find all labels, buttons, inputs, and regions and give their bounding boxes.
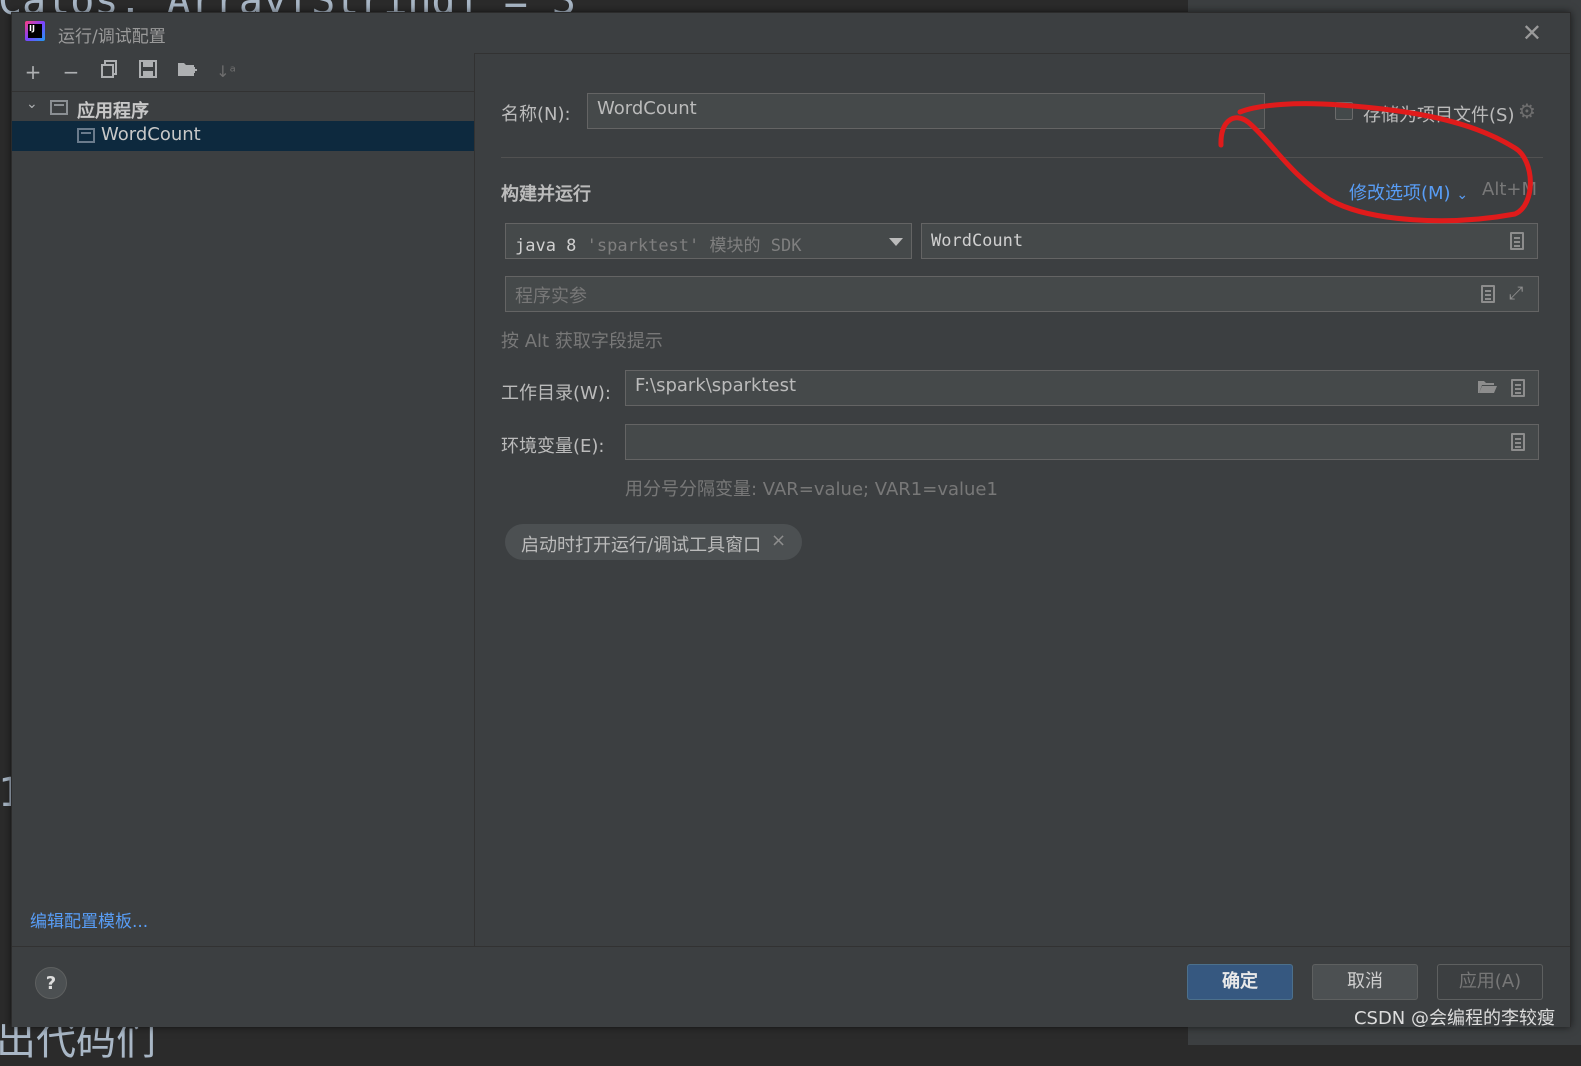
apply-button[interactable]: 应用(A): [1437, 964, 1543, 1000]
env-hint: 用分号分隔变量: VAR=value; VAR1=value1: [625, 479, 998, 500]
macro-icon[interactable]: [1511, 379, 1525, 397]
tree-item-label: WordCount: [101, 124, 201, 145]
workdir-field[interactable]: F:\spark\sparktest: [625, 370, 1539, 406]
tree-group-label: 应用程序: [77, 101, 149, 122]
expand-icon[interactable]: ⤢: [1509, 283, 1523, 304]
main-class-value: WordCount: [931, 231, 1024, 251]
env-field[interactable]: [625, 424, 1539, 460]
store-as-project-file-checkbox[interactable]: [1335, 102, 1353, 120]
edit-templates-link[interactable]: 编辑配置模板...: [30, 907, 148, 932]
close-icon[interactable]: ✕: [1522, 19, 1542, 47]
store-as-project-file-label: 存储为项目文件(S): [1363, 105, 1515, 126]
sort-icon[interactable]: ↓ᵃ: [213, 59, 239, 85]
name-value: WordCount: [597, 98, 697, 119]
workdir-label: 工作目录(W):: [501, 383, 611, 404]
program-args-placeholder: 程序实参: [515, 286, 587, 307]
sdk-java: java 8: [515, 236, 577, 256]
workdir-value: F:\spark\sparktest: [635, 375, 797, 396]
program-args-field[interactable]: 程序实参 ⤢: [505, 276, 1539, 312]
macro-icon[interactable]: [1481, 285, 1495, 303]
sdk-module: 'sparktest': [586, 236, 700, 256]
config-tree-pane: + − ↓ᵃ ⌄ 应用程序 WordCount 编辑配置模板...: [12, 53, 475, 946]
chip-label: 启动时打开运行/调试工具窗口: [521, 535, 762, 556]
config-form: 名称(N): WordCount 存储为项目文件(S) ⚙ 构建并运行 修改选项…: [475, 53, 1570, 946]
open-tool-window-chip[interactable]: 启动时打开运行/调试工具窗口 ×: [505, 524, 802, 560]
browse-class-icon[interactable]: [1510, 232, 1524, 250]
dialog-title: 运行/调试配置: [58, 27, 166, 47]
application-icon: [50, 100, 68, 115]
tree-item-wordcount[interactable]: WordCount: [12, 121, 474, 151]
modify-options-link[interactable]: 修改选项(M) ⌄: [1349, 179, 1468, 205]
remove-config-icon[interactable]: −: [58, 59, 84, 85]
dialog-footer: ? 确定 取消 应用(A): [12, 946, 1570, 1027]
copy-config-icon[interactable]: [96, 59, 122, 85]
sdk-suffix: 模块的 SDK: [709, 236, 802, 256]
dropdown-arrow-icon: [889, 238, 903, 246]
env-label: 环境变量(E):: [501, 436, 605, 457]
application-config-icon: [77, 128, 95, 143]
sdk-select[interactable]: java 8 'sparktest' 模块的 SDK: [505, 223, 912, 259]
ok-button[interactable]: 确定: [1187, 964, 1293, 1000]
chevron-down-icon[interactable]: ⌄: [26, 96, 38, 112]
csdn-watermark: CSDN @会编程的李较瘦: [1353, 1008, 1555, 1029]
cancel-button[interactable]: 取消: [1312, 964, 1418, 1000]
save-config-icon[interactable]: [135, 59, 161, 85]
section-title-build-run: 构建并运行: [501, 184, 591, 205]
chip-close-icon[interactable]: ×: [771, 530, 786, 551]
edit-env-icon[interactable]: [1511, 433, 1525, 451]
folder-open-icon[interactable]: [1476, 376, 1498, 401]
name-field[interactable]: WordCount: [587, 93, 1265, 129]
config-toolbar: + − ↓ᵃ: [12, 53, 474, 92]
separator: [501, 157, 1543, 158]
main-class-field[interactable]: WordCount: [921, 223, 1538, 259]
help-button[interactable]: ?: [35, 967, 67, 999]
name-label: 名称(N):: [501, 104, 571, 125]
new-folder-icon[interactable]: [174, 59, 200, 85]
dialog-titlebar: IJ 运行/调试配置 ✕: [12, 13, 1570, 54]
run-debug-config-dialog: IJ 运行/调试配置 ✕ + − ↓ᵃ ⌄ 应用程序 WordCount 编辑配…: [11, 12, 1571, 1027]
tree-group-application[interactable]: ⌄ 应用程序: [12, 93, 474, 123]
modify-options-shortcut: Alt+M: [1482, 179, 1537, 200]
alt-hint: 按 Alt 获取字段提示: [501, 331, 663, 352]
intellij-logo-icon: IJ: [25, 21, 45, 41]
gear-icon[interactable]: ⚙: [1518, 99, 1536, 123]
add-config-icon[interactable]: +: [20, 59, 46, 85]
